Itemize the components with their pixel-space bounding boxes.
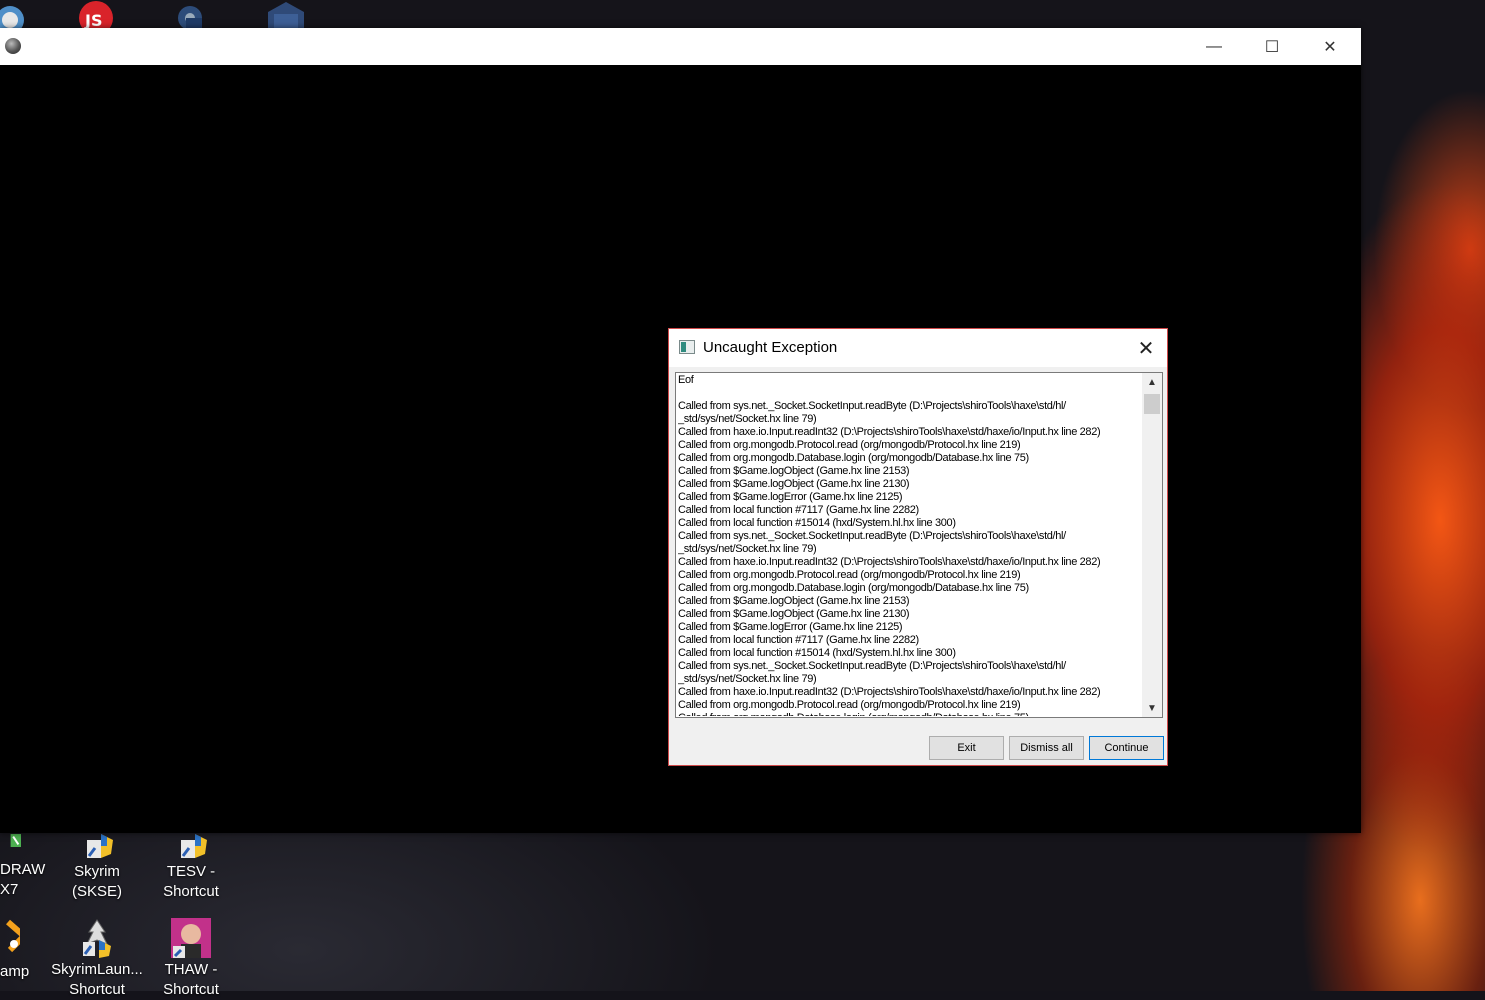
trace-line: Called from $Game.logObject (Game.hx lin… <box>678 478 910 490</box>
js-badge-text: JS <box>84 11 102 28</box>
trace-line: Called from org.mongodb.Protocol.read (o… <box>678 569 1021 581</box>
skyrim-launcher-icon <box>83 919 111 958</box>
minimize-button[interactable]: — <box>1185 28 1243 65</box>
stack-trace-textbox[interactable]: Eof Called from sys.net._Socket.SocketInp… <box>675 372 1163 718</box>
desktop-icon-label: THAW - <box>164 961 218 978</box>
app-titlebar[interactable]: — ☐ ✕ <box>0 28 1361 65</box>
dialog-titlebar[interactable]: Uncaught Exception ✕ <box>669 329 1167 367</box>
desktop-icon-winamp[interactable]: amp <box>0 918 48 980</box>
continue-button[interactable]: Continue <box>1089 736 1164 760</box>
browser-icon[interactable] <box>0 0 32 28</box>
desktop-icon-label: SkyrimLaun... <box>51 961 143 978</box>
trace-line: Called from org.mongodb.Database.login (… <box>678 452 1029 464</box>
trace-line: Called from org.mongodb.Protocol.read (o… <box>678 699 1021 711</box>
desktop-icon-label-line2: Shortcut <box>163 981 219 998</box>
trace-line: Called from local function #15014 (hxd/S… <box>678 647 956 659</box>
skyrim-skse-icon <box>87 834 113 858</box>
trace-line: _std/sys/net/Socket.hx line 79) <box>678 543 817 555</box>
desktop-icon-label: DRAW <box>0 861 46 878</box>
trace-line: Called from org.mongodb.Database.login (… <box>678 582 1029 594</box>
trace-line: _std/sys/net/Socket.hx line 79) <box>678 413 817 425</box>
trace-line <box>678 387 1140 400</box>
trace-line: Called from sys.net._Socket.SocketInput.… <box>678 400 1066 412</box>
exception-dialog: Uncaught Exception ✕ Eof Called from sys.… <box>668 328 1168 766</box>
trace-line: Called from haxe.io.Input.readInt32 (D:\… <box>678 556 1101 568</box>
trace-line: Called from $Game.logError (Game.hx line… <box>678 491 903 503</box>
trace-line: Called from local function #15014 (hxd/S… <box>678 517 956 529</box>
dismiss-all-button[interactable]: Dismiss all <box>1009 736 1084 760</box>
exit-button[interactable]: Exit <box>929 736 1004 760</box>
close-button[interactable]: ✕ <box>1301 28 1359 65</box>
desktop-icon-label: amp <box>0 963 30 980</box>
js-badge-icon[interactable]: JS <box>76 0 116 28</box>
desktop-icon-label: TESV - <box>166 863 216 880</box>
trace-line: _std/sys/net/Socket.hx line 79) <box>678 673 817 685</box>
app-sphere-icon <box>5 38 21 54</box>
winamp-icon <box>6 919 20 952</box>
trace-line: Called from $Game.logObject (Game.hx lin… <box>678 595 910 607</box>
stack-trace-text: Eof Called from sys.net._Socket.SocketInp… <box>678 374 1140 716</box>
desktop-icon-skyrim-skse[interactable]: Skyrim (SKSE) <box>49 834 145 902</box>
dialog-title: Uncaught Exception <box>703 339 838 356</box>
thaw-shortcut-icon <box>171 918 211 958</box>
scroll-up-arrow-icon[interactable]: ▲ <box>1142 373 1162 391</box>
trace-line: Called from local function #7117 (Game.h… <box>678 634 919 646</box>
desktop-icon-tesv[interactable]: TESV - Shortcut <box>143 834 239 902</box>
desktop-icon-label: Skyrim (SKSE) <box>71 863 122 900</box>
dialog-close-button[interactable]: ✕ <box>1125 329 1167 367</box>
desktop-icon-label-line2: Shortcut <box>163 883 219 900</box>
tesv-shortcut-icon <box>181 834 207 858</box>
coreldraw-icon <box>10 834 21 847</box>
trace-line: Called from $Game.logObject (Game.hx lin… <box>678 465 910 477</box>
app-cube-icon[interactable] <box>266 0 306 28</box>
desktop-icon-skyrim-launcher[interactable]: SkyrimLaun... Shortcut <box>49 918 145 1000</box>
trace-scrollbar[interactable]: ▲ ▼ <box>1142 373 1162 717</box>
desktop-icon-thaw[interactable]: THAW - Shortcut <box>143 918 239 1000</box>
trace-line: Called from haxe.io.Input.readInt32 (D:\… <box>678 686 1101 698</box>
desktop-icon-label-line2: X7 <box>0 881 19 898</box>
gear-shield-icon[interactable] <box>170 0 210 28</box>
trace-line: Called from local function #7117 (Game.h… <box>678 504 919 516</box>
scroll-thumb[interactable] <box>1144 394 1160 414</box>
trace-line: Called from $Game.logObject (Game.hx lin… <box>678 608 910 620</box>
trace-line: Eof <box>678 374 694 386</box>
trace-line: Called from org.mongodb.Database.login (… <box>678 712 1140 716</box>
trace-line: Called from sys.net._Socket.SocketInput.… <box>678 530 1066 542</box>
desktop-icon-label-line2: Shortcut <box>69 981 125 998</box>
trace-line: Called from $Game.logError (Game.hx line… <box>678 621 903 633</box>
trace-line: Called from sys.net._Socket.SocketInput.… <box>678 660 1066 672</box>
trace-line: Called from org.mongodb.Protocol.read (o… <box>678 439 1021 451</box>
scroll-down-arrow-icon[interactable]: ▼ <box>1142 699 1162 717</box>
desktop-icon-coreldraw[interactable]: DRAW X7 <box>0 834 56 898</box>
maximize-button[interactable]: ☐ <box>1243 28 1301 65</box>
dialog-window-icon <box>679 340 695 354</box>
trace-line: Called from haxe.io.Input.readInt32 (D:\… <box>678 426 1101 438</box>
